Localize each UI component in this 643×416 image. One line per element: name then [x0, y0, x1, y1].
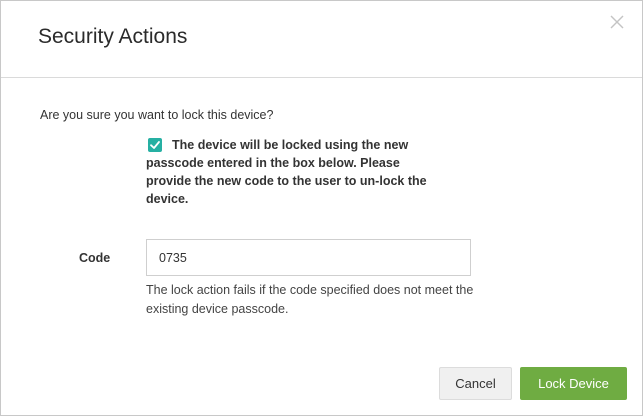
- security-actions-dialog: Security Actions Are you sure you want t…: [0, 0, 643, 416]
- code-input[interactable]: [146, 239, 471, 276]
- lock-device-button[interactable]: Lock Device: [520, 367, 627, 400]
- checkmark-icon: [150, 141, 160, 149]
- close-icon[interactable]: [606, 11, 628, 33]
- code-hint: The lock action fails if the code specif…: [146, 283, 474, 316]
- notice-checkbox[interactable]: [148, 138, 162, 152]
- code-label: Code: [79, 251, 111, 265]
- cancel-button[interactable]: Cancel: [439, 367, 512, 400]
- dialog-title: Security Actions: [38, 25, 188, 48]
- lock-confirmation-prompt: Are you sure you want to lock this devic…: [40, 108, 274, 122]
- dialog-header: Security Actions: [1, 1, 642, 78]
- lock-notice-text: The device will be locked using the new …: [146, 138, 427, 206]
